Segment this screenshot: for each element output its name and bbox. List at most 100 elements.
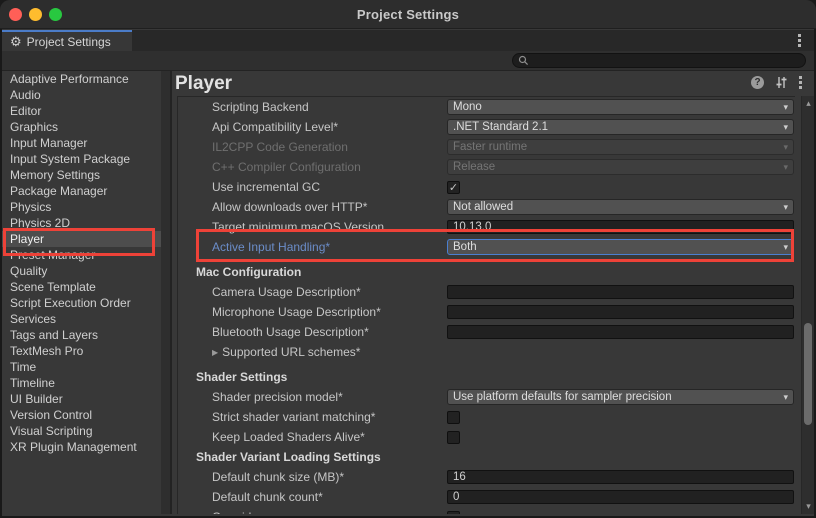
sidebar-item-services[interactable]: Services (2, 311, 161, 327)
search-box[interactable] (512, 53, 806, 68)
dropdown-value: Release (453, 161, 783, 173)
text-field[interactable] (447, 325, 794, 339)
row-label: C++ Compiler Configuration (212, 157, 361, 177)
settings-row: Microphone Usage Description* (178, 302, 795, 322)
search-input[interactable] (533, 55, 793, 67)
tab-label: Project Settings (27, 35, 111, 49)
sidebar-item-quality[interactable]: Quality (2, 263, 161, 279)
settings-row: Use incremental GC ✓ (178, 177, 795, 197)
chevron-down-icon: ▾ (783, 242, 788, 253)
help-icon[interactable]: ? (751, 76, 764, 89)
settings-category-list: Adaptive PerformanceAudioEditorGraphicsI… (2, 71, 161, 514)
content-scrollbar[interactable]: ▴ ▾ (801, 96, 814, 514)
dropdown-value: Mono (453, 101, 783, 113)
scrollbar-thumb[interactable] (804, 323, 812, 425)
tab-project-settings[interactable]: ⚙ Project Settings (2, 30, 132, 51)
row-label: Target minimum macOS Version (212, 217, 384, 237)
sidebar-item-physics[interactable]: Physics (2, 199, 161, 215)
row-label: Default chunk size (MB)* (212, 467, 344, 487)
checkbox[interactable] (447, 431, 460, 444)
chevron-down-icon: ▾ (783, 102, 788, 113)
dropdown-value: .NET Standard 2.1 (453, 121, 783, 133)
dropdown: Faster runtime▾ (447, 139, 794, 155)
dropdown[interactable]: Use platform defaults for sampler precis… (447, 389, 794, 405)
settings-row: Active Input Handling*Both▾ (178, 237, 795, 257)
text-field[interactable] (447, 285, 794, 299)
chevron-down-icon: ▾ (783, 202, 788, 213)
dropdown-value: Both (453, 241, 783, 253)
dropdown-value: Faster runtime (453, 141, 783, 153)
scroll-down-icon[interactable]: ▾ (802, 501, 815, 512)
gear-icon: ⚙ (10, 35, 22, 48)
checkbox[interactable] (447, 411, 460, 424)
sidebar-item-graphics[interactable]: Graphics (2, 119, 161, 135)
row-label: Shader precision model* (212, 387, 343, 407)
settings-row: Api Compatibility Level*.NET Standard 2.… (178, 117, 795, 137)
dropdown-value: Use platform defaults for sampler precis… (453, 391, 783, 403)
row-label: Use incremental GC (212, 177, 320, 197)
text-field[interactable]: 10.13.0 (447, 220, 794, 234)
sidebar-item-textmesh-pro[interactable]: TextMesh Pro (2, 343, 161, 359)
settings-row: Scripting BackendMono▾ (178, 97, 795, 117)
sidebar-item-xr-plugin-management[interactable]: XR Plugin Management (2, 439, 161, 455)
pane-splitter[interactable] (170, 71, 172, 514)
dropdown[interactable]: Mono▾ (447, 99, 794, 115)
scroll-up-icon[interactable]: ▴ (802, 98, 815, 109)
sidebar-item-input-system-package[interactable]: Input System Package (2, 151, 161, 167)
sidebar-item-script-execution-order[interactable]: Script Execution Order (2, 295, 161, 311)
settings-row: Shader precision model* Use platform defa… (178, 387, 795, 407)
settings-row: Keep Loaded Shaders Alive* (178, 427, 795, 447)
foldout-arrow-icon[interactable]: ▶ (212, 348, 218, 357)
text-field-value: 0 (453, 491, 459, 503)
sidebar-item-package-manager[interactable]: Package Manager (2, 183, 161, 199)
sidebar-item-player[interactable]: Player (2, 231, 161, 247)
row-label: Override (212, 507, 258, 514)
sidebar-item-timeline[interactable]: Timeline (2, 375, 161, 391)
chevron-down-icon: ▾ (783, 392, 788, 403)
tab-menu-icon[interactable] (798, 34, 801, 47)
row-label: Default chunk count* (212, 487, 323, 507)
row-label[interactable]: ▶Supported URL schemes* (212, 342, 360, 362)
page-title: Player (175, 73, 232, 94)
checkbox[interactable]: ✓ (447, 181, 460, 194)
panel-menu-icon[interactable] (799, 76, 802, 89)
settings-row: ▶Supported URL schemes* (178, 342, 795, 362)
presets-icon[interactable] (775, 76, 788, 89)
text-field[interactable]: 16 (447, 470, 794, 484)
text-field[interactable] (447, 305, 794, 319)
dropdown[interactable]: Both▾ (447, 239, 794, 255)
text-field[interactable]: 0 (447, 490, 794, 504)
settings-row: Strict shader variant matching* (178, 407, 795, 427)
row-label: IL2CPP Code Generation (212, 137, 348, 157)
sidebar-item-audio[interactable]: Audio (2, 87, 161, 103)
project-settings-window: Project Settings ⚙ Project Settings Adap… (0, 0, 816, 518)
sidebar-item-scene-template[interactable]: Scene Template (2, 279, 161, 295)
sidebar-item-memory-settings[interactable]: Memory Settings (2, 167, 161, 183)
sidebar-item-visual-scripting[interactable]: Visual Scripting (2, 423, 161, 439)
toolbar (2, 51, 814, 71)
player-settings-panel: Scripting BackendMono▾Api Compatibility … (177, 96, 795, 514)
sidebar-item-version-control[interactable]: Version Control (2, 407, 161, 423)
section-header: Shader Variant Loading Settings (178, 447, 795, 467)
settings-row: C++ Compiler ConfigurationRelease▾ (178, 157, 795, 177)
dropdown[interactable]: Not allowed▾ (447, 199, 794, 215)
search-icon (518, 55, 529, 66)
chevron-down-icon: ▾ (783, 142, 788, 153)
sidebar-item-ui-builder[interactable]: UI Builder (2, 391, 161, 407)
sidebar-item-physics-2d[interactable]: Physics 2D (2, 215, 161, 231)
sidebar-scrollbar-track[interactable] (161, 71, 170, 514)
sidebar-item-preset-manager[interactable]: Preset Manager (2, 247, 161, 263)
settings-row: IL2CPP Code Generation Faster runtime▾ (178, 137, 795, 157)
window-title: Project Settings (0, 7, 816, 22)
sidebar-item-adaptive-performance[interactable]: Adaptive Performance (2, 71, 161, 87)
checkbox[interactable] (447, 511, 460, 515)
sidebar-item-input-manager[interactable]: Input Manager (2, 135, 161, 151)
settings-row: Allow downloads over HTTP*Not allowed▾ (178, 197, 795, 217)
row-label: Bluetooth Usage Description* (212, 322, 369, 342)
dropdown[interactable]: .NET Standard 2.1▾ (447, 119, 794, 135)
settings-row: Camera Usage Description* (178, 282, 795, 302)
sidebar-item-editor[interactable]: Editor (2, 103, 161, 119)
settings-row: Target minimum macOS Version 10.13.0 (178, 217, 795, 237)
sidebar-item-time[interactable]: Time (2, 359, 161, 375)
sidebar-item-tags-and-layers[interactable]: Tags and Layers (2, 327, 161, 343)
